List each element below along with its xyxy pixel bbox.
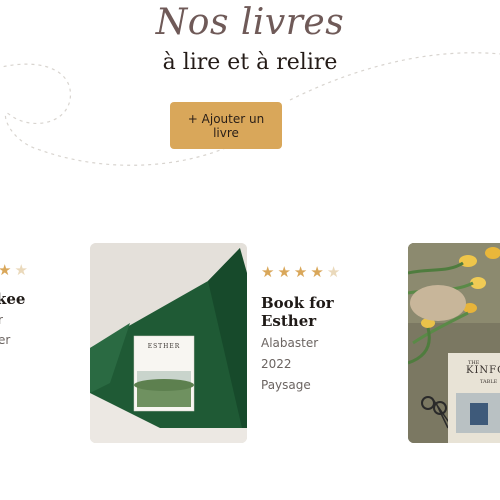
cover-illustration [408,243,500,443]
star-icon: ★ [293,263,308,281]
book-cover-esther[interactable]: ESTHER [90,243,247,443]
star-icon: ★ [261,263,275,281]
rating-stars: ★ ★ ★ ★ ★ [261,265,340,280]
cover-magazine-title: KINFOL [466,365,500,376]
book-title: kee [0,290,26,308]
book-genre: Paysage [261,378,311,392]
star-icon: ★ [326,263,341,281]
book-meta: er [0,333,11,347]
star-icon: ★ [277,263,291,281]
page-title: Nos livres [155,2,345,43]
star-icon: ★ [0,261,12,279]
star-icon: ★ [310,263,324,281]
book-title[interactable]: Book for Esther [261,294,381,330]
add-book-button[interactable]: + Ajouter un livre [170,102,282,149]
cover-book-title: ESTHER [147,343,181,350]
page-subtitle: à lire et à relire [162,50,338,75]
book-cover-kinfolk[interactable]: THE KINFOL TABLE [408,243,500,443]
star-icon: ★ [14,261,28,279]
book-meta: r [0,313,3,327]
cover-magazine-subtitle: TABLE [480,379,498,385]
book-year: 2022 [261,357,292,371]
rating-stars: ★ ★ [0,263,28,278]
book-author: Alabaster [261,336,319,350]
